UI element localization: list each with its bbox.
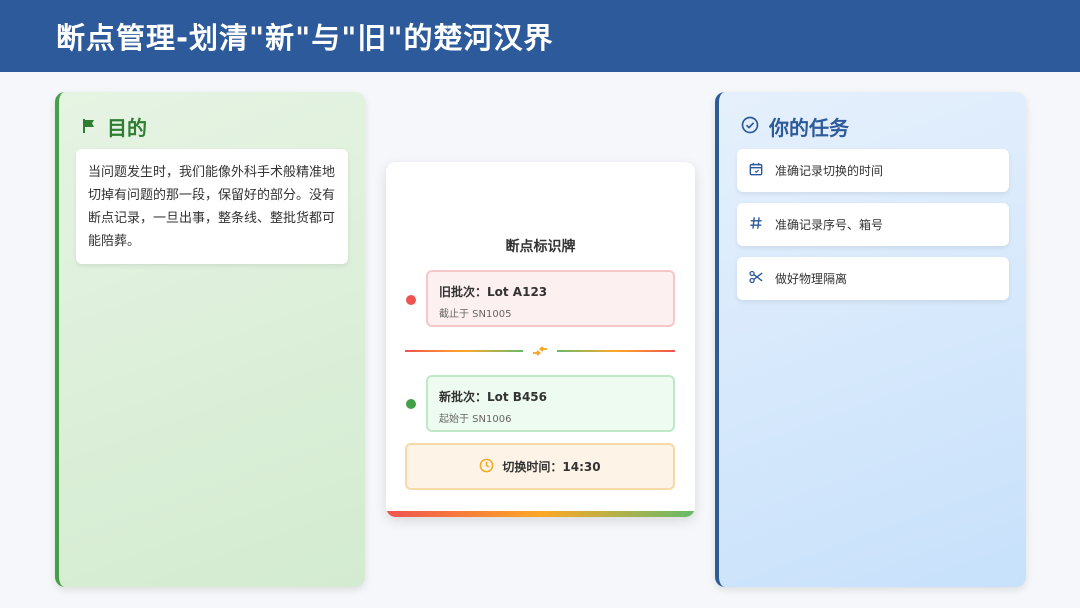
purpose-text-card: 当问题发生时，我们能像外科手术般精准地切掉有问题的那一段，保留好的部分。没有断点…	[76, 149, 348, 264]
swap-arrows-icon	[532, 343, 548, 363]
old-lot-label: 旧批次：Lot A123	[439, 285, 548, 299]
new-lot-label: 新批次：Lot B456	[439, 390, 548, 404]
tasks-title: 你的任务	[769, 116, 849, 140]
check-circle-icon	[741, 115, 759, 139]
task-label: 准确记录切换的时间	[775, 164, 884, 178]
old-lot-end-serial: 截止于 SN1005	[439, 309, 512, 320]
breakpoint-sign-card: 断点标识牌 旧批次：Lot A123 截止于 SN1005 新批次：Lot B4…	[386, 162, 695, 517]
old-lot-box: 旧批次：Lot A123 截止于 SN1005	[426, 270, 675, 327]
purpose-panel: 目的 当问题发生时，我们能像外科手术般精准地切掉有问题的那一段，保留好的部分。没…	[55, 92, 365, 587]
new-lot-dot	[406, 399, 416, 409]
divider-left	[405, 350, 523, 352]
task-item-physical-isolation: 做好物理隔离	[737, 257, 1009, 300]
task-item-record-serial: 准确记录序号、箱号	[737, 203, 1009, 246]
page-title: 断点管理-划清"新"与"旧"的楚河汉界	[56, 21, 554, 55]
purpose-title: 目的	[107, 116, 147, 140]
tasks-heading: 你的任务	[741, 112, 849, 141]
scissors-icon	[749, 270, 763, 287]
switch-time-text: 切换时间：14:30	[502, 460, 601, 474]
switch-time-box: 切换时间：14:30	[405, 443, 675, 490]
task-label: 做好物理隔离	[775, 272, 848, 286]
new-lot-start-serial: 起始于 SN1006	[439, 414, 512, 425]
purpose-heading: 目的	[81, 112, 147, 141]
flag-icon	[81, 115, 97, 139]
purpose-text: 当问题发生时，我们能像外科手术般精准地切掉有问题的那一段，保留好的部分。没有断点…	[88, 165, 336, 249]
new-lot-box: 新批次：Lot B456 起始于 SN1006	[426, 375, 675, 432]
old-lot-dot	[406, 295, 416, 305]
clock-icon	[479, 458, 494, 476]
hash-icon	[749, 216, 763, 233]
divider-right	[557, 350, 675, 352]
header-bar: 断点管理-划清"新"与"旧"的楚河汉界	[0, 0, 1080, 72]
sign-title: 断点标识牌	[505, 239, 576, 255]
task-label: 准确记录序号、箱号	[775, 218, 884, 232]
task-item-record-time: 准确记录切换的时间	[737, 149, 1009, 192]
gradient-bottom-bar	[386, 511, 695, 517]
tasks-panel: 你的任务 准确记录切换的时间 准确记录序号、箱号 做好物理隔离	[715, 92, 1026, 587]
calendar-icon	[749, 162, 763, 179]
